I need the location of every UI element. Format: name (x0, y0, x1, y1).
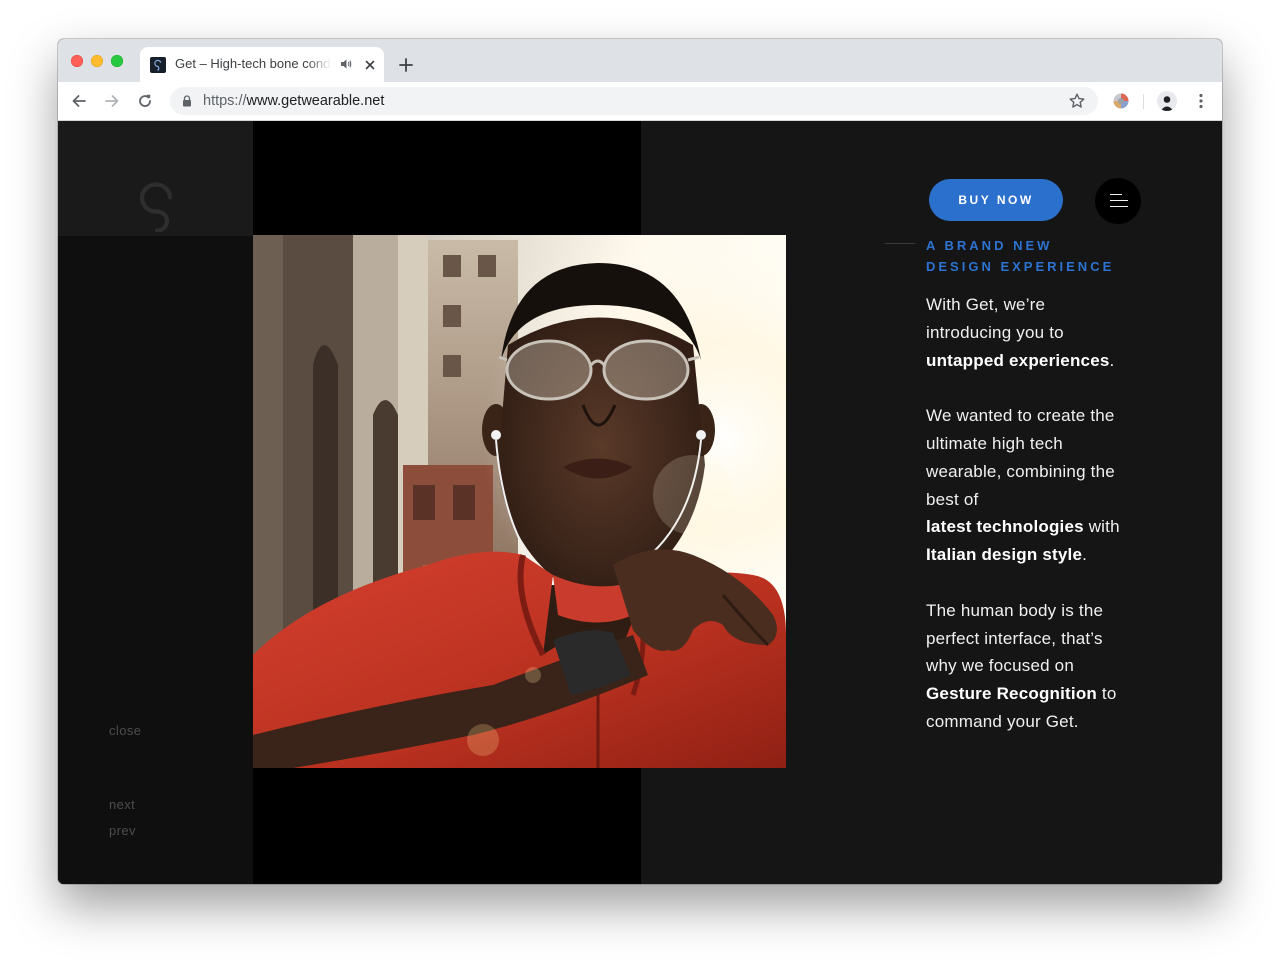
arrow-right-icon[interactable] (103, 92, 121, 110)
lock-icon (183, 95, 191, 107)
minimize-window-button[interactable] (91, 55, 103, 67)
reload-icon[interactable] (136, 92, 154, 110)
buy-now-button[interactable]: BUY NOW (929, 179, 1063, 221)
hero-photo-man-with-earphones (253, 235, 786, 768)
eyebrow-line-1: A BRAND NEW (926, 238, 1053, 253)
maximize-window-button[interactable] (111, 55, 123, 67)
address-bar[interactable]: https://www.getwearable.net (170, 87, 1098, 115)
logo-area[interactable] (58, 121, 253, 236)
profile-avatar-icon[interactable] (1157, 91, 1177, 111)
intro-copy: With Get, we’re introducing you to untap… (926, 291, 1156, 764)
speaker-icon[interactable] (339, 57, 353, 71)
close-link[interactable]: close (109, 723, 141, 738)
extension-icon[interactable] (1113, 93, 1129, 109)
next-link[interactable]: next (109, 797, 135, 812)
tab-title: Get – High-tech bone conduction wearable (175, 56, 331, 71)
eyebrow-line-2: DESIGN EXPERIENCE (926, 259, 1115, 274)
intro-paragraph-3: The human body is the perfect interface,… (926, 600, 1117, 731)
web-page: close next prev BUY NOW A BRAND NEW DESI… (58, 121, 1222, 884)
star-icon[interactable] (1068, 92, 1086, 110)
favicon-icon (150, 57, 166, 73)
menu-button[interactable] (1095, 178, 1141, 224)
close-window-button[interactable] (71, 55, 83, 67)
browser-window: Get – High-tech bone conduction wearable (58, 39, 1222, 884)
tab-strip: Get – High-tech bone conduction wearable (58, 39, 1222, 82)
arrow-left-icon[interactable] (70, 92, 88, 110)
intro-paragraph-2: We wanted to create the ultimate high te… (926, 406, 1120, 565)
prev-link[interactable]: prev (109, 823, 136, 838)
get-logo-mark[interactable] (138, 182, 176, 232)
section-eyebrow: A BRAND NEW DESIGN EXPERIENCE (926, 235, 1156, 277)
intro-paragraph-1: With Get, we’re introducing you to untap… (926, 295, 1115, 370)
browser-toolbar: https://www.getwearable.net (58, 82, 1222, 121)
url-text: https://www.getwearable.net (203, 93, 385, 109)
close-tab-icon[interactable] (362, 57, 378, 73)
more-menu-icon[interactable] (1192, 92, 1210, 110)
browser-tab[interactable]: Get – High-tech bone conduction wearable (140, 47, 384, 82)
toolbar-divider (1143, 94, 1144, 109)
new-tab-icon[interactable] (397, 56, 415, 74)
eyebrow-divider (885, 243, 915, 244)
